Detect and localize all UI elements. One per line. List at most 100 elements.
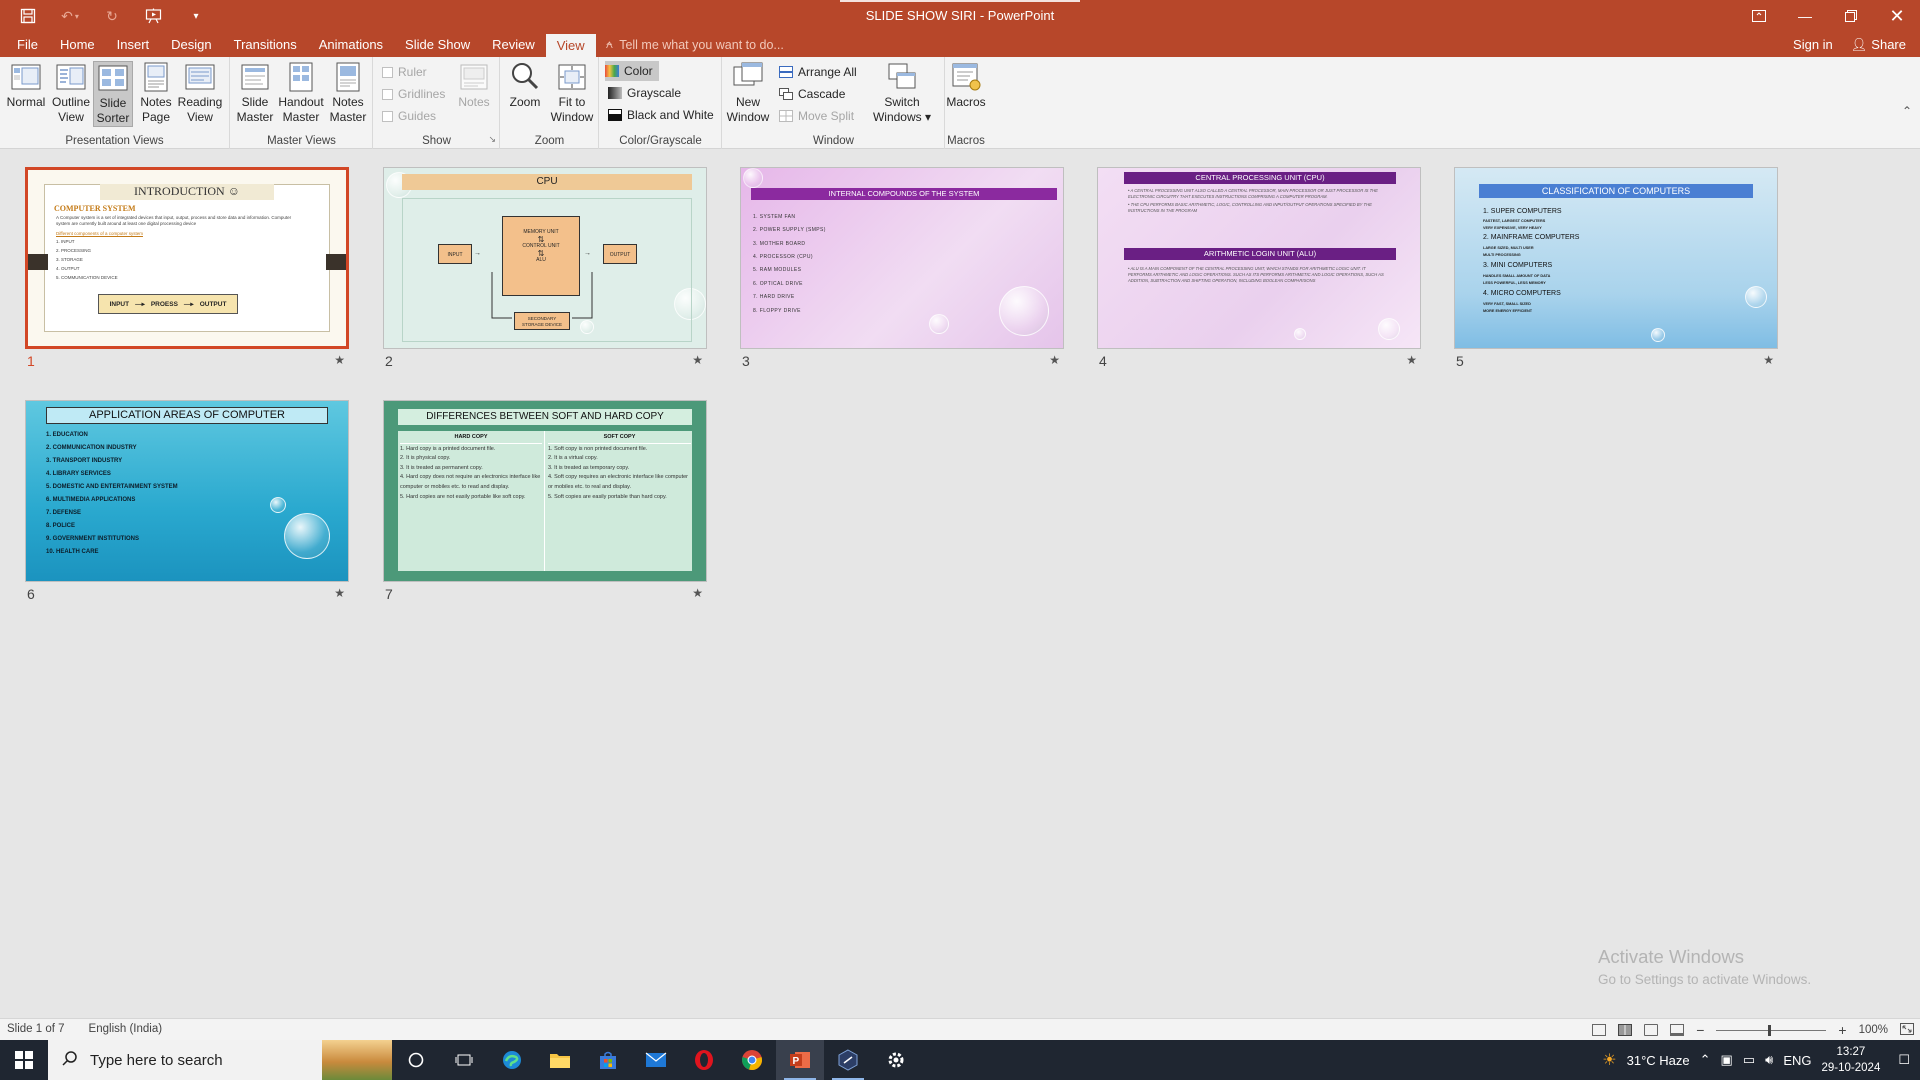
zoom-slider-thumb[interactable] — [1768, 1024, 1772, 1036]
black-and-white-label: Black and White — [627, 108, 714, 122]
black-and-white-button[interactable]: Black and White — [608, 105, 714, 125]
microsoft-store-icon[interactable] — [584, 1040, 632, 1080]
tab-insert[interactable]: Insert — [106, 32, 161, 57]
opera-browser-icon[interactable] — [680, 1040, 728, 1080]
app-taskbar-icon[interactable] — [824, 1040, 872, 1080]
transition-star-icon[interactable]: ★ — [1406, 353, 1417, 367]
language-indicator[interactable]: English (India) — [89, 1023, 163, 1035]
close-icon[interactable]: ✕ — [1874, 0, 1920, 32]
move-split-button[interactable]: Move Split — [779, 106, 854, 126]
taskbar-search[interactable]: Type here to search — [48, 1040, 392, 1080]
powerpoint-taskbar-icon[interactable]: P — [776, 1040, 824, 1080]
group-show: Ruler Gridlines Guides Notes ↘ Show — [374, 57, 500, 149]
tell-me-box[interactable]: ⍲ Tell me what you want to do... — [596, 32, 784, 57]
new-window-button[interactable]: New Window — [727, 61, 769, 125]
switch-windows-button[interactable]: Switch Windows ▾ — [871, 61, 933, 125]
handout-master-button[interactable]: Handout Master — [277, 61, 325, 125]
volume-icon[interactable]: 🔊︎ — [1765, 1052, 1773, 1068]
arrange-all-button[interactable]: Arrange All — [779, 62, 857, 82]
macros-button[interactable]: Macros — [946, 61, 986, 110]
ruler-checkbox[interactable]: Ruler — [382, 62, 427, 82]
tab-home[interactable]: Home — [49, 32, 106, 57]
network-icon[interactable]: ▭ — [1743, 1052, 1755, 1068]
tab-slide-show[interactable]: Slide Show — [394, 32, 481, 57]
color-button[interactable]: Color — [605, 61, 659, 81]
minimize-icon[interactable]: — — [1782, 0, 1828, 32]
clock-time: 13:27 — [1836, 1046, 1866, 1058]
outline-view-button[interactable]: Outline View — [50, 61, 92, 125]
slide-count[interactable]: Slide 1 of 7 — [7, 1023, 65, 1035]
reading-view-status-icon[interactable] — [1644, 1024, 1659, 1036]
edge-browser-icon[interactable] — [488, 1040, 536, 1080]
mail-icon[interactable] — [632, 1040, 680, 1080]
slide-3-item-2: 2. POWER SUPPLY (SMPS) — [753, 227, 826, 233]
chrome-browser-icon[interactable] — [728, 1040, 776, 1080]
clock[interactable]: 13:27 29-10-2024 — [1822, 1044, 1881, 1076]
zoom-level[interactable]: 100% — [1859, 1024, 1888, 1036]
gridlines-checkbox[interactable]: Gridlines — [382, 84, 445, 104]
group-label-show: Show — [422, 135, 451, 147]
task-view-icon[interactable] — [440, 1040, 488, 1080]
transition-star-icon[interactable]: ★ — [692, 586, 703, 600]
chevron-up-icon[interactable]: ⌃ — [1700, 1052, 1711, 1068]
restore-icon[interactable] — [1828, 0, 1874, 32]
zoom-in-icon[interactable]: + — [1838, 1022, 1846, 1038]
ribbon-display-options-icon[interactable] — [1736, 0, 1782, 32]
tab-animations[interactable]: Animations — [308, 32, 394, 57]
slide-sorter-status-icon[interactable] — [1618, 1024, 1633, 1036]
collapse-ribbon-icon[interactable]: ⌃ — [1902, 104, 1912, 118]
guides-checkbox[interactable]: Guides — [382, 106, 436, 126]
file-explorer-icon[interactable] — [536, 1040, 584, 1080]
normal-view-status-icon[interactable] — [1592, 1024, 1607, 1036]
group-label-presentation-views: Presentation Views — [65, 135, 164, 147]
tab-view[interactable]: View — [545, 34, 596, 57]
slide-show-status-icon[interactable] — [1670, 1024, 1685, 1036]
cortana-icon[interactable] — [392, 1040, 440, 1080]
save-icon[interactable] — [10, 0, 46, 32]
tab-transitions[interactable]: Transitions — [223, 32, 308, 57]
tray-app-icon[interactable]: ▣ — [1721, 1052, 1733, 1068]
notes-page-button[interactable]: Notes Page — [136, 61, 176, 125]
notes-master-icon — [336, 62, 360, 92]
start-button[interactable] — [0, 1040, 48, 1080]
transition-star-icon[interactable]: ★ — [334, 586, 345, 600]
zoom-slider[interactable] — [1716, 1024, 1827, 1036]
fit-to-window-button[interactable]: Fit to Window — [549, 61, 595, 125]
tab-review[interactable]: Review — [481, 32, 546, 57]
tab-design[interactable]: Design — [160, 32, 222, 57]
normal-view-button[interactable]: Normal — [4, 61, 48, 110]
slide-sorter-button[interactable]: Slide Sorter — [93, 61, 133, 127]
transition-star-icon[interactable]: ★ — [692, 353, 703, 367]
transition-star-icon[interactable]: ★ — [334, 353, 345, 367]
language-indicator-taskbar[interactable]: ENG — [1783, 1053, 1811, 1068]
undo-icon[interactable]: ↶ ▾ — [52, 0, 88, 32]
activate-windows-watermark: Activate Windows Go to Settings to activ… — [1598, 946, 1811, 987]
zoom-out-icon[interactable]: − — [1696, 1022, 1704, 1038]
cascade-label: Cascade — [798, 87, 846, 101]
fit-slide-icon[interactable] — [1900, 1022, 1914, 1038]
weather-icon[interactable]: ☀ — [1602, 1050, 1616, 1070]
settings-gear-icon[interactable] — [872, 1040, 920, 1080]
ruler-check-box — [382, 66, 393, 78]
share-button[interactable]: 👤︎ Share — [1851, 37, 1906, 53]
zoom-button[interactable]: Zoom — [505, 61, 545, 110]
start-from-beginning-icon[interactable] — [136, 0, 172, 32]
customize-qat-icon[interactable]: ▾ — [178, 0, 214, 32]
notifications-icon[interactable]: ☐ — [1898, 1052, 1910, 1068]
notes-toggle-button[interactable]: Notes — [454, 61, 494, 110]
grayscale-button[interactable]: Grayscale — [608, 83, 681, 103]
handout-master-label-2: Master — [282, 110, 320, 124]
tab-file[interactable]: File — [6, 32, 49, 57]
redo-icon[interactable]: ↻ — [94, 0, 130, 32]
black-white-swatch-icon — [608, 109, 622, 121]
sign-in-link[interactable]: Sign in — [1793, 37, 1833, 52]
notes-master-button[interactable]: Notes Master — [327, 61, 369, 125]
cascade-button[interactable]: Cascade — [779, 84, 845, 104]
notes-master-label-2: Master — [329, 110, 367, 124]
transition-star-icon[interactable]: ★ — [1049, 353, 1060, 367]
slide-5-group-2: 2. MAINFRAME COMPUTERS — [1483, 234, 1580, 241]
slide-master-button[interactable]: Slide Master — [235, 61, 275, 125]
transition-star-icon[interactable]: ★ — [1763, 353, 1774, 367]
reading-view-button[interactable]: Reading View — [178, 61, 222, 125]
weather-text[interactable]: 31°C Haze — [1627, 1053, 1690, 1068]
